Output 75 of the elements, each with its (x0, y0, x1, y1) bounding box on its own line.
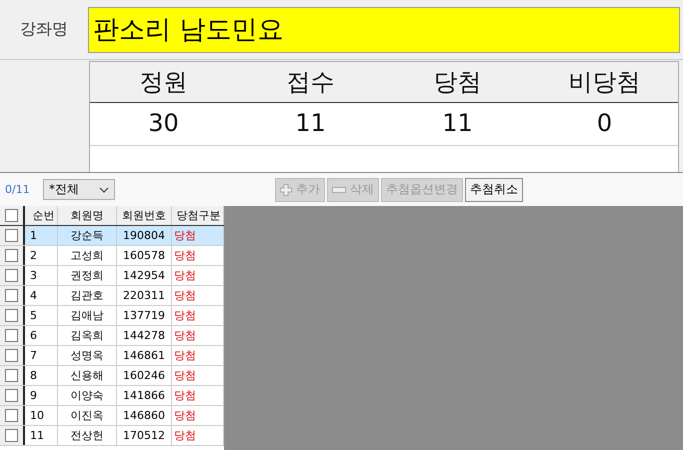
table-row[interactable]: 7 성명옥 146861 당첨 (0, 346, 224, 366)
table-cell: 8 (25, 366, 58, 385)
table-cell: 4 (25, 286, 58, 305)
table-row[interactable]: 3 권정희 142954 당첨 (0, 266, 224, 286)
table-row[interactable]: 8 신용해 160246 당첨 (0, 366, 224, 386)
table-row[interactable]: 1 강순득 190804 당첨 (0, 226, 224, 246)
checkbox[interactable] (5, 329, 18, 342)
table-cell: 5 (25, 306, 58, 325)
filter-dropdown[interactable]: *전체 (43, 179, 115, 200)
toolbar-button[interactable]: 추첨취소 (465, 178, 523, 202)
table-cell: 6 (25, 326, 58, 345)
plus-icon (280, 184, 292, 196)
checkbox[interactable] (5, 409, 18, 422)
stats-header: 접수 (286, 67, 336, 98)
stats-header: 정원 (138, 67, 188, 98)
table-row[interactable]: 4 김관호 220311 당첨 (0, 286, 224, 306)
table-cell: 김애남 (58, 306, 117, 325)
table-cell: 9 (25, 386, 58, 405)
stats-value: 11 (441, 108, 474, 139)
stats-header: 당첨 (432, 67, 482, 98)
caret-icon (99, 186, 109, 192)
table-cell: 137719 (117, 306, 172, 325)
table-cell: 고성희 (58, 246, 117, 265)
checkbox[interactable] (5, 309, 18, 322)
table-cell: 220311 (117, 286, 172, 305)
minus-icon (332, 186, 346, 192)
table-row[interactable]: 9 이양숙 141866 당첨 (0, 386, 224, 406)
table-cell: 141866 (117, 386, 172, 405)
table-cell: 김옥희 (58, 326, 117, 345)
checkbox[interactable] (5, 369, 18, 382)
table-cell: 이양숙 (58, 386, 117, 405)
table-cell: 146861 (117, 346, 172, 365)
table-cell: 160246 (117, 366, 172, 385)
checkbox[interactable] (5, 209, 18, 222)
checkbox[interactable] (5, 289, 18, 302)
table-cell: 김관호 (58, 286, 117, 305)
column-header[interactable]: 회원번호 (117, 206, 172, 225)
table-cell: 1 (25, 226, 58, 245)
course-name-field[interactable]: 판소리 남도민요 (88, 6, 680, 52)
table-row[interactable]: 2 고성희 160578 당첨 (0, 246, 224, 266)
column-header[interactable]: 순번 (25, 206, 58, 225)
table-row[interactable]: 6 김옥희 144278 당첨 (0, 326, 224, 346)
table-cell: 160578 (117, 246, 172, 265)
checkbox[interactable] (5, 249, 18, 262)
checkbox[interactable] (5, 429, 18, 442)
table-cell: 10 (25, 406, 58, 425)
table-cell: 144278 (117, 326, 172, 345)
table-cell: 146860 (117, 406, 172, 425)
table-row[interactable]: 5 김애남 137719 당첨 (0, 306, 224, 326)
column-header[interactable]: 회원명 (58, 206, 117, 225)
table-cell: 전상헌 (58, 426, 117, 445)
checkbox[interactable] (5, 269, 18, 282)
selection-count: 0/11 (5, 183, 31, 196)
table-cell: 190804 (117, 226, 172, 245)
table-cell: 신용해 (58, 366, 117, 385)
table-cell: 권정희 (58, 266, 117, 285)
table-row[interactable]: 11 전상헌 170512 당첨 (0, 426, 224, 446)
checkbox[interactable] (5, 229, 18, 242)
stats-value: 30 (147, 108, 180, 139)
table-cell: 2 (25, 246, 58, 265)
table-cell: 성명옥 (58, 346, 117, 365)
table-row[interactable]: 10 이진옥 146860 당첨 (0, 406, 224, 426)
checkbox[interactable] (5, 389, 18, 402)
checkbox[interactable] (5, 349, 18, 362)
stats-header: 비당첨 (568, 67, 642, 98)
table-cell: 11 (25, 426, 58, 445)
stats-value: 11 (294, 108, 327, 139)
course-label: 강좌명 (19, 19, 69, 40)
table-cell: 이진옥 (58, 406, 117, 425)
stats-value: 0 (596, 108, 614, 139)
table-cell: 142954 (117, 266, 172, 285)
table-cell: 3 (25, 266, 58, 285)
table-cell: 170512 (117, 426, 172, 445)
table-cell: 7 (25, 346, 58, 365)
table-cell: 강순득 (58, 226, 117, 245)
